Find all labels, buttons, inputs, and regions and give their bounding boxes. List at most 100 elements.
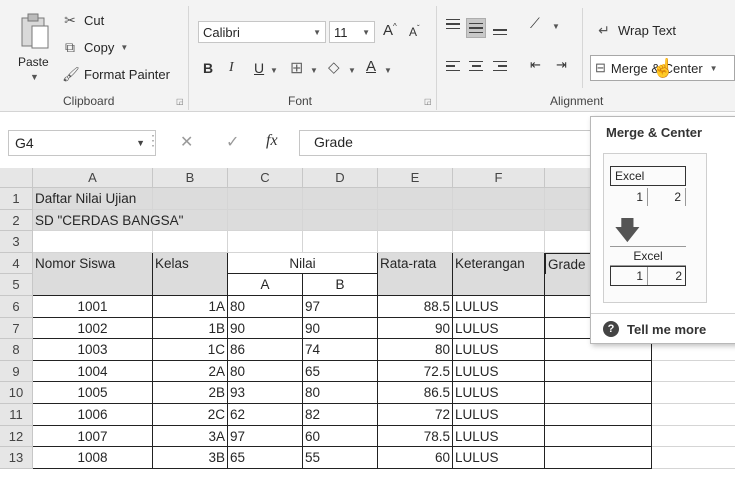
decrease-indent-icon[interactable]: ⇤ xyxy=(530,57,541,73)
row-header[interactable]: 5 xyxy=(0,274,33,296)
bold-button[interactable]: B xyxy=(203,60,213,76)
cell-kelas[interactable]: 3B xyxy=(153,447,228,469)
orientation-icon[interactable]: ⟋ xyxy=(530,15,540,32)
cell[interactable] xyxy=(453,188,545,210)
cell-grade[interactable] xyxy=(545,447,652,469)
font-color-button[interactable]: A xyxy=(366,58,376,75)
cell-rata-rata[interactable]: 78.5 xyxy=(378,425,453,448)
row-header[interactable]: 10 xyxy=(0,382,33,404)
cell-nilai-a[interactable]: 80 xyxy=(228,360,303,383)
column-header[interactable]: B xyxy=(153,168,228,188)
cell-kelas[interactable]: 1C xyxy=(153,339,228,361)
cell-kelas[interactable]: 2C xyxy=(153,404,228,426)
cell-grade[interactable] xyxy=(545,425,652,448)
cell-keterangan[interactable]: LULUS xyxy=(453,296,545,318)
increase-font-size-button[interactable]: A^ xyxy=(383,22,397,39)
cell-grade[interactable] xyxy=(545,382,652,404)
row-header[interactable]: 8 xyxy=(0,339,33,361)
format-painter-button[interactable]: 🖌 Format Painter xyxy=(62,66,170,83)
chevron-down-icon[interactable]: ▼ xyxy=(710,64,718,73)
cell-rata-rata[interactable]: 72 xyxy=(378,404,453,426)
cell[interactable] xyxy=(378,274,453,296)
orientation-dropdown-icon[interactable]: ▼ xyxy=(552,22,560,31)
cell-nomor[interactable]: 1001 xyxy=(33,296,153,318)
cell[interactable] xyxy=(33,274,153,296)
paste-dropdown-icon[interactable]: ▼ xyxy=(30,72,39,82)
cell-nomor[interactable]: 1005 xyxy=(33,382,153,404)
cell-keterangan[interactable]: LULUS xyxy=(453,404,545,426)
cell[interactable] xyxy=(378,209,453,232)
cell-keterangan[interactable]: LULUS xyxy=(453,339,545,361)
cell-nilai-a[interactable]: 90 xyxy=(228,317,303,340)
row-header[interactable]: 11 xyxy=(0,404,33,426)
cell[interactable] xyxy=(33,231,153,253)
cell-rata-rata[interactable]: 86.5 xyxy=(378,382,453,404)
cell-keterangan[interactable]: LULUS xyxy=(453,447,545,469)
cell-rata-rata[interactable]: 72.5 xyxy=(378,360,453,383)
name-box[interactable]: G4 ▼ xyxy=(8,130,156,156)
font-launcher-icon[interactable]: ◲ xyxy=(424,97,432,106)
cell-kelas[interactable]: 2B xyxy=(153,382,228,404)
row-header[interactable]: 4 xyxy=(0,252,33,275)
header-nomor[interactable]: Nomor Siswa xyxy=(33,252,153,275)
cell-nilai-b[interactable]: 80 xyxy=(303,382,378,404)
header-nilai-b[interactable]: B xyxy=(303,274,378,296)
cell-nomor[interactable]: 1004 xyxy=(33,360,153,383)
cell-keterangan[interactable]: LULUS xyxy=(453,317,545,340)
cell-nilai-a[interactable]: 65 xyxy=(228,447,303,469)
cell-nilai-a[interactable]: 80 xyxy=(228,296,303,318)
cell[interactable] xyxy=(303,231,378,253)
select-all-corner[interactable] xyxy=(0,168,33,188)
font-name-select[interactable]: Calibri ▼ xyxy=(198,21,326,43)
cell-keterangan[interactable]: LULUS xyxy=(453,425,545,448)
cell-grade[interactable] xyxy=(545,404,652,426)
cell-rata-rata[interactable]: 80 xyxy=(378,339,453,361)
cell[interactable] xyxy=(652,361,735,383)
cell[interactable] xyxy=(652,382,735,404)
fill-color-dropdown-icon[interactable]: ▼ xyxy=(348,66,356,75)
cell-grade[interactable] xyxy=(545,360,652,383)
wrap-text-button[interactable]: ↵ Wrap Text xyxy=(596,22,676,39)
row-header[interactable]: 12 xyxy=(0,425,33,448)
borders-icon[interactable]: ⊞ xyxy=(290,58,303,78)
header-nilai[interactable]: Nilai xyxy=(228,252,378,275)
clipboard-icon[interactable] xyxy=(20,12,50,50)
cell-kelas[interactable]: 1B xyxy=(153,317,228,340)
cell-nomor[interactable]: 1006 xyxy=(33,404,153,426)
cell[interactable] xyxy=(153,231,228,253)
cancel-icon[interactable]: ✕ xyxy=(180,132,193,152)
cell-nilai-b[interactable]: 55 xyxy=(303,447,378,469)
fill-color-icon[interactable]: ◇ xyxy=(328,58,340,76)
row-header[interactable]: 1 xyxy=(0,188,33,210)
cell-nilai-b[interactable]: 65 xyxy=(303,360,378,383)
align-right-icon[interactable] xyxy=(490,56,510,76)
copy-button[interactable]: ⧉ Copy ▼ xyxy=(62,39,128,56)
row-header[interactable]: 2 xyxy=(0,209,33,232)
cell[interactable] xyxy=(228,231,303,253)
cell-nilai-b[interactable]: 82 xyxy=(303,404,378,426)
borders-dropdown-icon[interactable]: ▼ xyxy=(310,66,318,75)
cell-nilai-b[interactable]: 90 xyxy=(303,317,378,340)
paste-button[interactable]: Paste xyxy=(18,55,49,69)
font-size-select[interactable]: 11 ▼ xyxy=(329,21,375,43)
cell-nilai-a[interactable]: 86 xyxy=(228,339,303,361)
cell[interactable] xyxy=(453,209,545,232)
title-line-1[interactable]: Daftar Nilai Ujian xyxy=(33,188,273,210)
cell-rata-rata[interactable]: 60 xyxy=(378,447,453,469)
insert-function-icon[interactable]: fx xyxy=(266,132,278,150)
cell-keterangan[interactable]: LULUS xyxy=(453,382,545,404)
underline-dropdown-icon[interactable]: ▼ xyxy=(270,66,278,75)
cell[interactable] xyxy=(652,404,735,426)
cell-kelas[interactable]: 2A xyxy=(153,360,228,383)
cell-kelas[interactable]: 3A xyxy=(153,425,228,448)
cell[interactable] xyxy=(378,231,453,253)
row-header[interactable]: 9 xyxy=(0,360,33,383)
row-header[interactable]: 6 xyxy=(0,296,33,318)
row-header[interactable]: 7 xyxy=(0,317,33,340)
align-middle-icon[interactable] xyxy=(466,18,486,38)
title-line-2[interactable]: SD "CERDAS BANGSA" xyxy=(33,210,273,232)
cell-nomor[interactable]: 1008 xyxy=(33,447,153,469)
cell[interactable] xyxy=(153,274,228,296)
cell-keterangan[interactable]: LULUS xyxy=(453,360,545,383)
column-header[interactable]: E xyxy=(378,168,453,188)
